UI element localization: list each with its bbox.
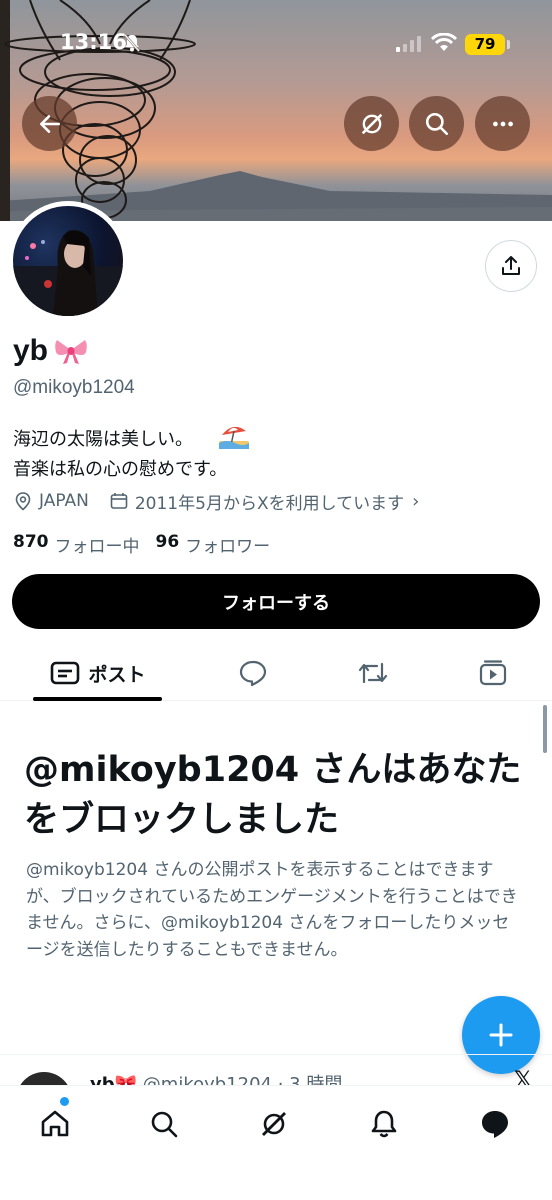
avatar-photo bbox=[13, 206, 123, 316]
message-icon bbox=[482, 1111, 508, 1138]
back-button[interactable] bbox=[22, 96, 77, 151]
chevron-right-icon[interactable]: › bbox=[412, 491, 419, 512]
share-button[interactable] bbox=[485, 240, 537, 292]
scrollbar[interactable] bbox=[543, 705, 547, 753]
grok-icon bbox=[262, 1112, 286, 1136]
compose-post-button[interactable] bbox=[462, 996, 540, 1074]
posts-tab-icon bbox=[51, 661, 80, 685]
beach-umbrella-icon bbox=[219, 426, 249, 449]
tab-posts-label: ポスト bbox=[88, 663, 146, 686]
grok-icon bbox=[361, 113, 382, 134]
bottom-navigation bbox=[0, 1085, 552, 1200]
more-icon bbox=[492, 121, 513, 126]
ribbon-bow-icon bbox=[55, 340, 87, 364]
search-icon bbox=[425, 112, 448, 135]
follow-button[interactable]: フォローする bbox=[12, 574, 540, 629]
tab-reposts[interactable] bbox=[348, 645, 398, 701]
nav-notifications[interactable] bbox=[364, 1104, 404, 1144]
nav-home[interactable] bbox=[35, 1104, 75, 1144]
tab-media[interactable] bbox=[468, 645, 518, 701]
followers-count[interactable]: 96 bbox=[156, 532, 180, 557]
nav-search[interactable] bbox=[144, 1104, 184, 1144]
profile-tabs: ポスト bbox=[0, 645, 552, 701]
nav-messages[interactable] bbox=[475, 1104, 515, 1144]
display-name: yb bbox=[13, 334, 49, 367]
search-icon bbox=[151, 1111, 178, 1138]
avatar[interactable] bbox=[8, 201, 128, 321]
blocked-title: @mikoyb1204 さんはあなたをブロックしました bbox=[24, 750, 522, 840]
profile-meta: JAPAN 2011年5月からXを利用しています › bbox=[13, 489, 419, 514]
arrow-left-icon bbox=[39, 114, 60, 133]
joined-date[interactable]: 2011年5月からXを利用しています bbox=[135, 489, 404, 514]
nav-grok[interactable] bbox=[254, 1104, 294, 1144]
location-text: JAPAN bbox=[39, 491, 89, 511]
signal-icon bbox=[396, 36, 421, 52]
blocked-description: @mikoyb1204 さんの公開ポストを表示することはできますが、ブロックされ… bbox=[26, 860, 518, 960]
grok-button[interactable] bbox=[344, 96, 399, 151]
divider bbox=[0, 1054, 552, 1055]
bio-line-1: 海辺の太陽は美しい。 bbox=[13, 429, 193, 450]
video-icon bbox=[479, 660, 507, 686]
share-icon bbox=[502, 256, 520, 275]
wifi-icon bbox=[431, 33, 457, 51]
search-button[interactable] bbox=[409, 96, 464, 151]
bio-line-2: 音楽は私の心の慰めです。 bbox=[13, 459, 228, 480]
home-icon bbox=[41, 1110, 69, 1137]
reply-icon bbox=[239, 660, 267, 687]
status-time: 13:16 bbox=[60, 30, 127, 54]
following-count[interactable]: 870 bbox=[13, 532, 49, 557]
follow-counts: 870 フォロー中 96 フォロワー bbox=[13, 532, 270, 557]
plus-icon bbox=[489, 1023, 513, 1047]
active-tab-indicator bbox=[33, 697, 162, 701]
more-button[interactable] bbox=[475, 96, 530, 151]
bell-icon bbox=[371, 1110, 397, 1138]
bell-off-icon bbox=[124, 34, 140, 52]
user-handle: @mikoyb1204 bbox=[13, 377, 135, 398]
home-notification-dot bbox=[60, 1097, 69, 1106]
repost-icon bbox=[358, 662, 388, 684]
battery-cap bbox=[507, 40, 510, 49]
tab-posts[interactable]: ポスト bbox=[34, 645, 162, 701]
following-label[interactable]: フォロー中 bbox=[55, 532, 140, 557]
tab-replies[interactable] bbox=[228, 645, 278, 701]
followers-label[interactable]: フォロワー bbox=[185, 532, 270, 557]
location-pin-icon bbox=[15, 492, 31, 511]
calendar-icon bbox=[110, 493, 128, 509]
battery-indicator: 79 bbox=[465, 34, 505, 55]
